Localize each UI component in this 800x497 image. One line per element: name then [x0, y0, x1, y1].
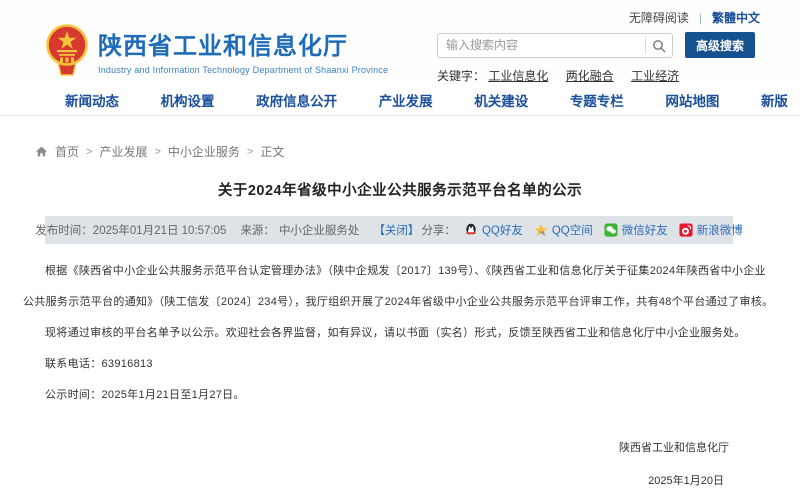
signature-block: 陕西省工业和信息化厅 2025年1月20日 [23, 433, 777, 497]
nav-item-special-topics[interactable]: 专题专栏 [570, 90, 624, 110]
share-qzone-button[interactable]: QQ空间 [534, 222, 593, 238]
share-qzone-label: QQ空间 [552, 222, 593, 238]
breadcrumb-separator: > [247, 146, 253, 158]
site-brand[interactable]: 陕西省工业和信息化厅 Industry and Information Tech… [45, 24, 388, 83]
source-label: 来源： [240, 222, 275, 238]
share-wechat-label: 微信好友 [622, 222, 668, 238]
accessibility-link[interactable]: 无障碍阅读 [629, 9, 689, 26]
nav-item-organization[interactable]: 机构设置 [161, 90, 215, 110]
article-meta-bar: 发布时间： 2025年01月21日 10:57:05 来源： 中小企业服务处 【… [45, 216, 733, 244]
share-weibo-button[interactable]: 新浪微博 [679, 222, 743, 238]
paragraph-publicity-period: 公示时间：2025年1月21日至1月27日。 [23, 380, 777, 411]
share-wechat-button[interactable]: 微信好友 [604, 222, 668, 238]
search-keywords: 关键字： 工业信息化 两化融合 工业经济 [437, 67, 755, 84]
breadcrumb-sme-service[interactable]: 中小企业服务 [168, 143, 240, 160]
signature-org: 陕西省工业和信息化厅 [23, 433, 729, 464]
article-body: 根据《陕西省中小企业公共服务示范平台认定管理办法》（陕中企规发〔2017〕139… [0, 244, 800, 497]
publish-time-value: 2025年01月21日 10:57:05 [93, 222, 227, 238]
keyword-link-integration[interactable]: 两化融合 [566, 69, 614, 83]
breadcrumb: 首页 > 产业发展 > 中小企业服务 > 正文 [0, 116, 800, 160]
keyword-link-industrial-informatization[interactable]: 工业信息化 [488, 69, 548, 83]
search-box [437, 33, 673, 58]
search-area: 高级搜索 关键字： 工业信息化 两化融合 工业经济 [437, 32, 755, 84]
signature-date: 2025年1月20日 [23, 466, 729, 497]
advanced-search-button[interactable]: 高级搜索 [685, 32, 755, 58]
nav-item-agency-building[interactable]: 机关建设 [474, 90, 528, 110]
home-icon[interactable] [35, 145, 48, 158]
share-weibo-label: 新浪微博 [697, 222, 743, 238]
paragraph-basis: 根据《陕西省中小企业公共服务示范平台认定管理办法》（陕中企规发〔2017〕139… [23, 256, 777, 318]
breadcrumb-current-page: 正文 [260, 143, 284, 160]
paragraph-contact-phone: 联系电话：63916813 [23, 349, 777, 380]
share-qq-button[interactable]: QQ好友 [464, 222, 523, 238]
share-label: 分享： [421, 222, 456, 238]
breadcrumb-separator: > [154, 146, 160, 158]
content: 首页 > 产业发展 > 中小企业服务 > 正文 关于2024年省级中小企业公共服… [0, 116, 800, 497]
publish-time-label: 发布时间： [35, 222, 93, 238]
wechat-icon [604, 223, 618, 237]
main-nav: 新闻动态 机构设置 政府信息公开 产业发展 机关建设 专题专栏 网站地图 新版 [0, 84, 800, 116]
weibo-icon [679, 223, 693, 237]
qzone-icon [534, 223, 548, 237]
paragraph-announcement: 现将通过审核的平台名单予以公示。欢迎社会各界监督，如有异议，请以书面（实名）形式… [23, 318, 777, 349]
source-value: 中小企业服务处 [279, 222, 360, 238]
nav-item-gov-info-disclosure[interactable]: 政府信息公开 [256, 90, 337, 110]
close-button[interactable]: 【关闭】 [373, 222, 419, 238]
breadcrumb-home[interactable]: 首页 [55, 143, 79, 160]
article-title: 关于2024年省级中小企业公共服务示范平台名单的公示 [0, 179, 800, 200]
nav-item-news[interactable]: 新闻动态 [65, 90, 119, 110]
keyword-link-industrial-economy[interactable]: 工业经济 [631, 69, 679, 83]
topbar: 无障碍阅读 | 繁體中文 [629, 9, 760, 26]
qq-icon [464, 223, 478, 237]
share-qq-label: QQ好友 [482, 222, 523, 238]
search-input[interactable] [438, 34, 672, 57]
site-title: 陕西省工业和信息化厅 [98, 33, 388, 61]
search-icon[interactable] [652, 39, 666, 53]
breadcrumb-separator: > [86, 146, 92, 158]
site-title-en: Industry and Information Technology Depa… [98, 65, 388, 75]
nav-item-sitemap[interactable]: 网站地图 [665, 90, 719, 110]
topbar-divider: | [699, 11, 702, 25]
search-input-divider [645, 38, 646, 54]
keywords-label: 关键字： [437, 69, 485, 83]
nav-item-industry-development[interactable]: 产业发展 [379, 90, 433, 110]
national-emblem-icon [45, 24, 89, 83]
nav-item-new-version[interactable]: 新版 [761, 90, 788, 110]
traditional-chinese-link[interactable]: 繁體中文 [712, 9, 760, 26]
breadcrumb-industry-development[interactable]: 产业发展 [99, 143, 147, 160]
